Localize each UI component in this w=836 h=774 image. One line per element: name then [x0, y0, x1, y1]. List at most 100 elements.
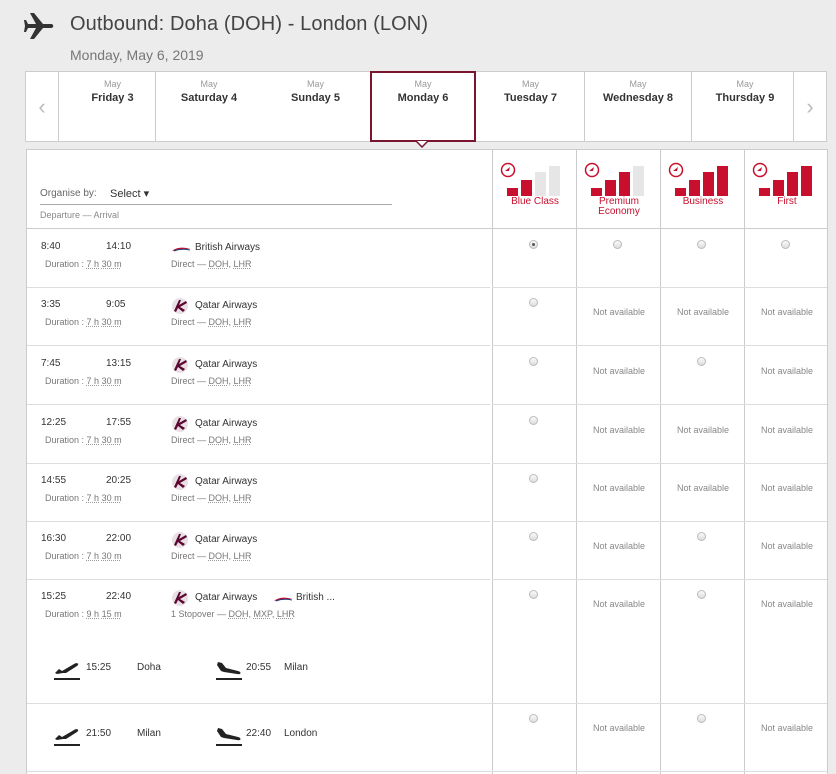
takeoff-icon [53, 659, 81, 681]
landing-icon [215, 659, 243, 681]
row-divider [27, 771, 827, 772]
fare-level-bar [689, 180, 700, 196]
qatar-airways-logo [171, 531, 191, 549]
landing-icon [215, 725, 243, 747]
date-month: May [521, 79, 539, 89]
fare-level-bar [619, 172, 630, 196]
takeoff-icon [53, 725, 81, 747]
fare-select-radio[interactable] [781, 240, 790, 249]
row-divider [27, 521, 490, 522]
duration-hours: 7 h [86, 317, 100, 327]
fare-select-radio[interactable] [697, 357, 706, 366]
fare-select-radio[interactable] [529, 714, 538, 723]
date-tab[interactable]: May Saturday 4 [155, 72, 262, 141]
duration: Duration : 7 h 30 m [45, 376, 122, 386]
row-divider [27, 345, 490, 346]
duration: Duration : 7 h 30 m [45, 435, 122, 445]
fare-select-radio[interactable] [613, 240, 622, 249]
not-available-label: Not available [676, 307, 730, 317]
date-tab[interactable]: May Friday 3 [59, 72, 166, 141]
date-tab[interactable]: May Thursday 9 [691, 72, 798, 141]
duration-hours: 7 h [86, 376, 100, 386]
fare-select-radio[interactable] [697, 532, 706, 541]
qatar-airways-logo [171, 415, 191, 433]
fare-select-radio[interactable] [529, 416, 538, 425]
qatar-airways-logo [171, 589, 191, 607]
departure-time: 16:30 [41, 533, 67, 544]
fare-select-radio[interactable] [529, 357, 538, 366]
previous-dates-button[interactable]: ‹ [26, 72, 59, 141]
qatar-airways-logo [171, 297, 191, 315]
date-tab[interactable]: May Wednesday 8 [584, 72, 691, 141]
date-day: Sunday 5 [291, 92, 340, 104]
fare-level-bar [759, 188, 770, 196]
fare-select-radio[interactable] [529, 590, 538, 599]
next-dates-button[interactable]: › [793, 72, 826, 141]
date-tab-selected[interactable]: May Monday 6 [370, 71, 476, 142]
fare-header: Premium Economy [577, 150, 661, 229]
fare-select-radio[interactable] [697, 590, 706, 599]
leg-arrival-time: 20:55 [246, 662, 272, 673]
departure-time: 7:45 [41, 358, 61, 369]
date-month: May [414, 79, 432, 89]
not-available-label: Not available [592, 483, 646, 493]
organise-select[interactable]: Select ▾ [110, 187, 149, 200]
airport-code: DOH [208, 376, 229, 386]
duration-minutes: 30 m [101, 493, 122, 503]
not-available-label: Not available [760, 425, 814, 435]
fare-select-radio[interactable] [697, 240, 706, 249]
not-available-label: Not available [592, 599, 646, 609]
airport-code: DOH [208, 317, 229, 327]
leg-arrival-city: London [284, 728, 318, 739]
airport-code: LHR [233, 493, 252, 503]
flight-results-table: Organise by: Select ▾ Departure — Arriva… [26, 149, 828, 774]
selected-date-caret [416, 141, 428, 148]
fare-select-radio[interactable] [529, 240, 538, 249]
arrival-time: 22:00 [106, 533, 132, 544]
fare-level-bar [703, 172, 714, 196]
not-available-label: Not available [592, 541, 646, 551]
fare-select-radio[interactable] [529, 532, 538, 541]
leg-departure-city: Doha [137, 662, 161, 673]
airline-name: British Airways [195, 242, 261, 253]
row-divider [27, 287, 490, 288]
departure-arrival-label: Departure — Arrival [40, 210, 120, 220]
date-day: Tuesday 7 [504, 92, 557, 104]
row-divider [492, 404, 827, 405]
date-tab[interactable]: May Sunday 5 [262, 72, 369, 141]
plane-icon [24, 13, 54, 39]
fare-select-radio[interactable] [529, 298, 538, 307]
fare-label: Premium Economy [598, 196, 640, 217]
fare-select-radio[interactable] [697, 714, 706, 723]
fare-label: Business [682, 196, 724, 207]
duration-hours: 7 h [86, 259, 100, 269]
duration-minutes: 15 m [101, 609, 122, 619]
date-tab[interactable]: May Tuesday 7 [477, 72, 584, 141]
airport-code: MXP [253, 609, 272, 619]
column-divider [744, 150, 745, 774]
date-day: Thursday 9 [715, 92, 775, 104]
british-airways-logo [273, 589, 293, 607]
qatar-airways-logo [171, 473, 191, 491]
fare-select-radio[interactable] [529, 474, 538, 483]
duration-minutes: 30 m [101, 376, 122, 386]
not-available-label: Not available [760, 541, 814, 551]
fare-level-bars [591, 166, 644, 196]
duration-hours: 9 h [86, 609, 100, 619]
route: Direct — DOH, LHR [171, 317, 252, 327]
fare-level-bar [591, 188, 602, 196]
arrival-time: 20:25 [106, 475, 132, 486]
fare-label: First [777, 196, 797, 207]
not-available-label: Not available [760, 723, 814, 733]
not-available-label: Not available [592, 307, 646, 317]
fare-level-bar [633, 166, 644, 196]
not-available-label: Not available [592, 723, 646, 733]
airport-code: LHR [233, 435, 252, 445]
airport-code: DOH [208, 551, 229, 561]
column-divider [576, 150, 577, 774]
duration: Duration : 7 h 30 m [45, 551, 122, 561]
duration-hours: 7 h [86, 551, 100, 561]
divider [40, 204, 392, 205]
not-available-label: Not available [592, 425, 646, 435]
not-available-label: Not available [760, 307, 814, 317]
